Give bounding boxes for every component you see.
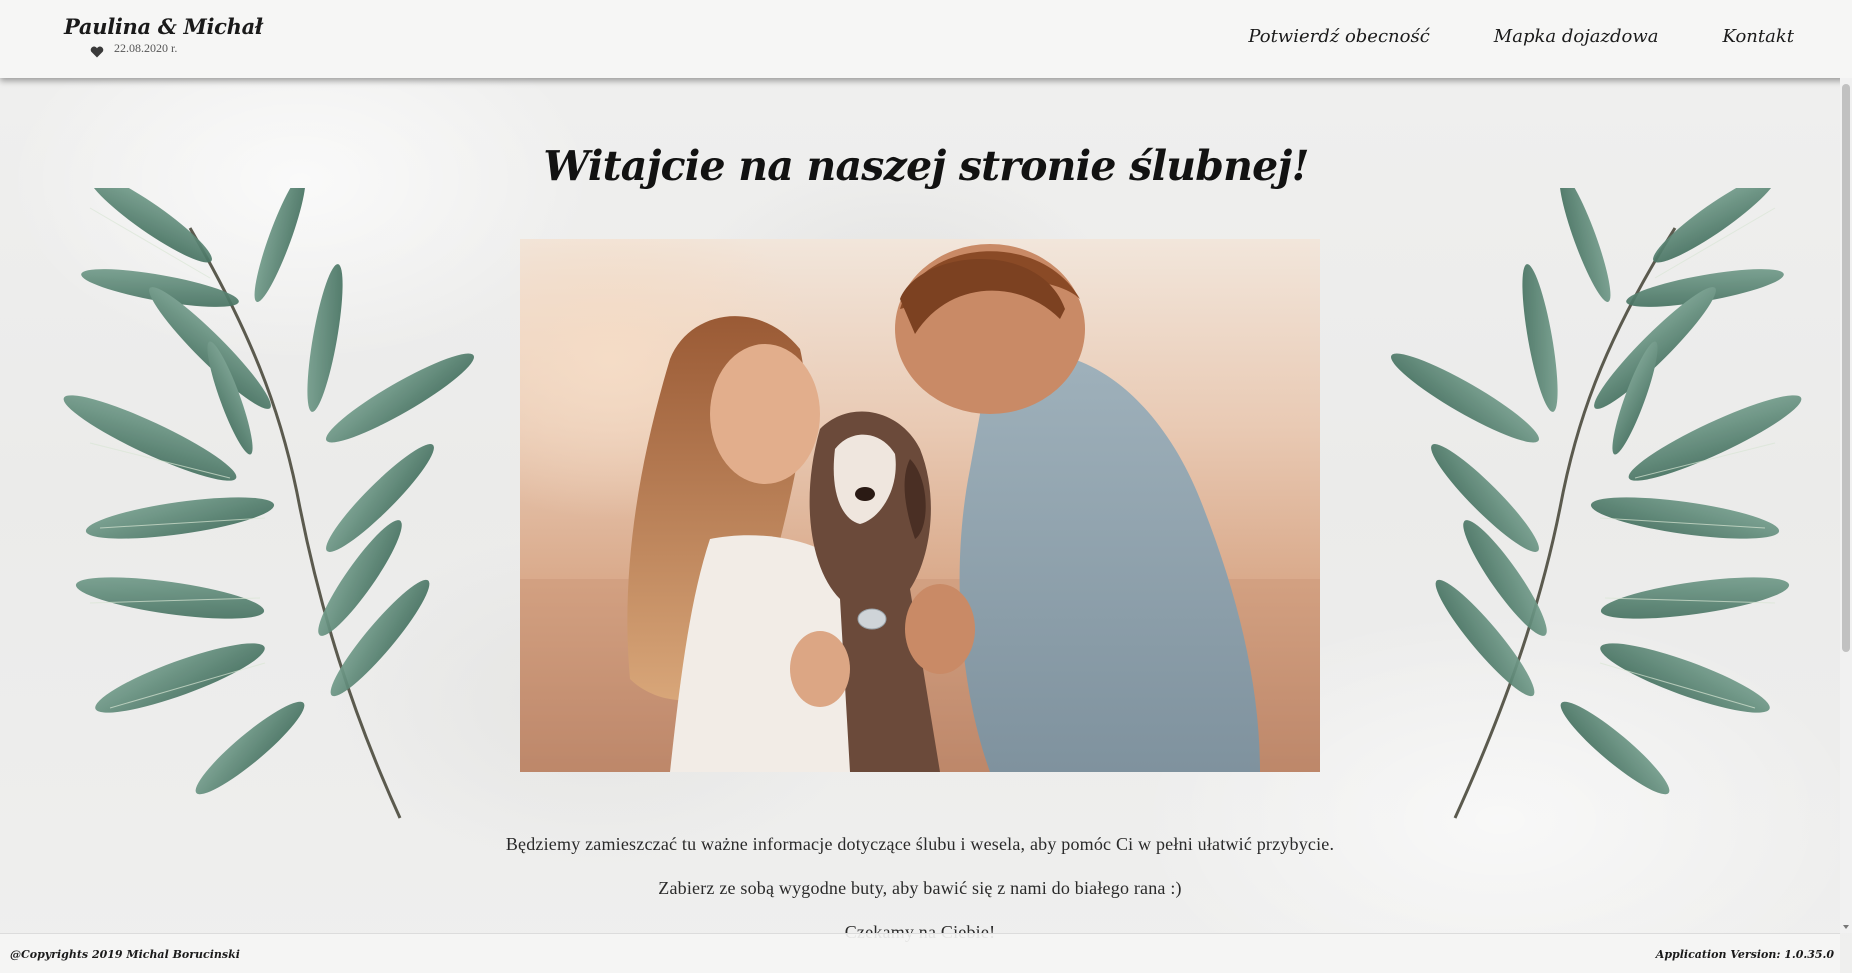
intro-line-info: Będziemy zamieszczać tu ważne informacje…	[505, 834, 1335, 854]
scrollbar-thumb[interactable]	[1842, 84, 1850, 652]
navbar: Paulina & Michał 22.08.2020 r. Potwierdź…	[0, 0, 1852, 78]
wedding-date: 22.08.2020 r.	[114, 41, 178, 55]
heart-icon	[90, 43, 104, 57]
nav-link-rsvp[interactable]: Potwierdź obecność	[1248, 26, 1429, 47]
couple-photo	[520, 239, 1320, 772]
main-nav: Potwierdź obecność Mapka dojazdowa Konta…	[1248, 26, 1794, 47]
right-leaf-branch	[1391, 188, 1802, 819]
nav-link-map[interactable]: Mapka dojazdowa	[1494, 26, 1659, 47]
brand-date-row: 22.08.2020 r.	[90, 41, 263, 57]
intro-line-shoes: Zabierz ze sobą wygodne buty, aby bawić …	[658, 878, 1182, 898]
brand-logo[interactable]: Paulina & Michał 22.08.2020 r.	[64, 14, 263, 57]
page-scrollbar[interactable]	[1840, 78, 1852, 933]
left-leaf-branch	[63, 188, 474, 819]
scroll-down-arrow-icon[interactable]	[1843, 925, 1849, 929]
page-title: Witajcie na naszej stronie ślubnej!	[543, 142, 1309, 190]
footer: @Copyrights 2019 Michal Borucinski Appli…	[0, 933, 1840, 973]
brand-names: Paulina & Michał	[64, 14, 263, 39]
app-version: Application Version: 1.0.35.0	[1655, 948, 1834, 961]
nav-link-contact[interactable]: Kontakt	[1723, 26, 1795, 47]
copyright-text: @Copyrights 2019 Michal Borucinski	[10, 948, 240, 961]
